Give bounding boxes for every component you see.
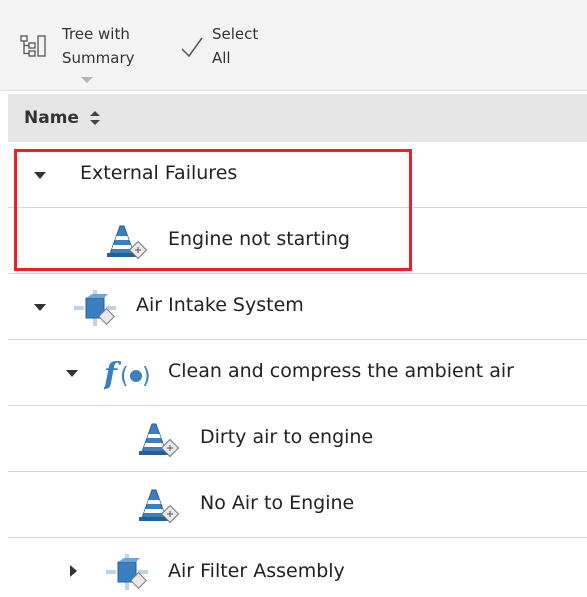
svg-text:(: ( bbox=[120, 364, 129, 389]
tree-row-dirty-air-to-engine[interactable]: Dirty air to engine bbox=[8, 406, 587, 472]
tree-row-label: No Air to Engine bbox=[200, 492, 355, 514]
function-icon: f ( ) bbox=[104, 357, 151, 392]
tree-row-label: Air Filter Assembly bbox=[168, 560, 345, 582]
sort-icon[interactable] bbox=[89, 110, 101, 126]
tree-with-summary-button[interactable]: Tree with Summary bbox=[20, 22, 135, 70]
tree-row-external-failures[interactable]: External Failures bbox=[8, 142, 587, 208]
tree-row-no-air-to-engine[interactable]: No Air to Engine bbox=[8, 472, 587, 538]
failure-cone-icon bbox=[107, 225, 148, 260]
expand-caret-icon[interactable] bbox=[68, 564, 78, 578]
system-component-icon bbox=[106, 554, 148, 590]
tree-row-label: External Failures bbox=[80, 162, 238, 184]
select-all-button[interactable]: Select All bbox=[180, 22, 258, 70]
collapse-caret-icon[interactable] bbox=[65, 368, 79, 378]
tree-row-label: Clean and compress the ambient air bbox=[168, 360, 514, 382]
tree-row-clean-and-compress[interactable]: f ( ) Clean and compress the ambient air bbox=[8, 340, 587, 406]
name-column-label: Name bbox=[24, 108, 79, 128]
tree-row-label: Air Intake System bbox=[136, 294, 304, 316]
toolbar: Tree with Summary Select All bbox=[0, 0, 587, 91]
tree-row-air-filter-assembly[interactable]: Air Filter Assembly bbox=[8, 538, 587, 597]
tree-summary-label-line1: Tree with bbox=[62, 25, 130, 43]
failure-cone-icon bbox=[139, 423, 180, 458]
select-all-label-line2: All bbox=[212, 49, 231, 67]
name-column-header[interactable]: Name bbox=[8, 94, 587, 142]
tree-summary-icon bbox=[20, 35, 46, 57]
collapse-caret-icon[interactable] bbox=[33, 170, 47, 180]
tree-summary-label-line2: Summary bbox=[62, 49, 135, 67]
failure-cone-icon bbox=[139, 489, 180, 524]
tree-row-label: Engine not starting bbox=[168, 228, 350, 250]
tree-row-air-intake-system[interactable]: Air Intake System bbox=[8, 274, 587, 340]
select-all-label-line1: Select bbox=[212, 25, 259, 43]
checkmark-icon bbox=[181, 37, 203, 58]
system-component-icon bbox=[74, 290, 116, 326]
tree-row-label: Dirty air to engine bbox=[200, 426, 374, 448]
svg-text:): ) bbox=[142, 364, 151, 389]
dropdown-caret-icon[interactable] bbox=[81, 77, 93, 83]
tree-row-engine-not-starting[interactable]: Engine not starting bbox=[8, 208, 587, 274]
collapse-caret-icon[interactable] bbox=[33, 302, 47, 312]
